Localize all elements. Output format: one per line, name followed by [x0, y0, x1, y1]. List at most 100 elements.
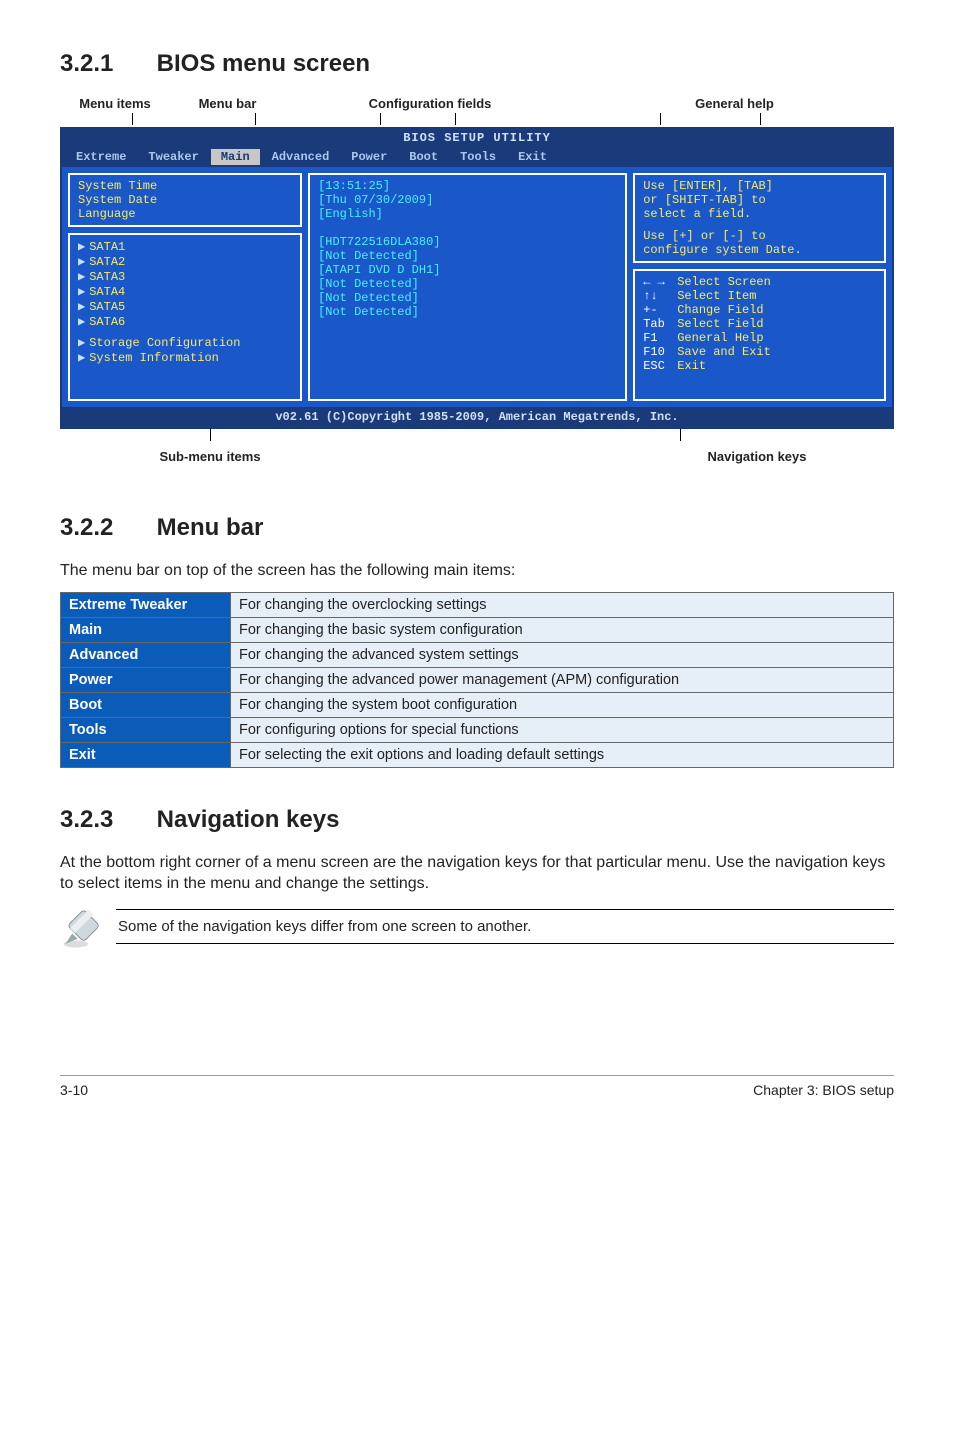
bios-value: [Thu 07/30/2009]	[318, 193, 617, 207]
table-row: AdvancedFor changing the advanced system…	[61, 642, 894, 667]
bios-tab: Extreme	[66, 149, 136, 165]
chapter-label: Chapter 3: BIOS setup	[753, 1082, 894, 1098]
bios-config-fields: [13:51:25] [Thu 07/30/2009] [English] [H…	[308, 173, 627, 401]
def-key: Power	[61, 667, 231, 692]
nav-key: ESC	[643, 359, 677, 373]
help-line: Use [+] or [-] to	[643, 229, 876, 243]
triangle-icon: ▶	[78, 270, 89, 284]
triangle-icon: ▶	[78, 240, 89, 254]
table-row: MainFor changing the basic system config…	[61, 617, 894, 642]
callout-ticks	[60, 113, 894, 127]
triangle-icon: ▶	[78, 336, 89, 350]
label-navkeys: Navigation keys	[360, 449, 894, 464]
page-number: 3-10	[60, 1082, 88, 1098]
heading-title: BIOS menu screen	[157, 50, 370, 77]
bios-item: SATA3	[89, 270, 125, 284]
nav-desc: Select Screen	[677, 275, 771, 289]
triangle-icon: ▶	[78, 300, 89, 314]
help-line: configure system Date.	[643, 243, 876, 257]
bios-item: SATA2	[89, 255, 125, 269]
bios-tab-selected: Main	[211, 149, 260, 165]
triangle-icon: ▶	[78, 255, 89, 269]
bios-item: Language	[78, 207, 292, 221]
help-line: or [SHIFT-TAB] to	[643, 193, 876, 207]
bios-value: [ATAPI DVD D DH1]	[318, 263, 617, 277]
table-row: PowerFor changing the advanced power man…	[61, 667, 894, 692]
label-general-help: General help	[575, 96, 894, 111]
def-val: For configuring options for special func…	[231, 717, 894, 742]
bios-value: [Not Detected]	[318, 277, 617, 291]
heading-num: 3.2.1	[60, 50, 150, 78]
nav-keys-intro: At the bottom right corner of a menu scr…	[60, 852, 894, 895]
table-row: BootFor changing the system boot configu…	[61, 692, 894, 717]
nav-desc: Change Field	[677, 303, 763, 317]
label-config-fields: Configuration fields	[285, 96, 575, 111]
bios-value: [Not Detected]	[318, 249, 617, 263]
callout-ticks-bottom	[60, 429, 894, 443]
bios-tab-bar: Extreme Tweaker Main Advanced Power Boot…	[62, 147, 892, 167]
nav-key: ↑↓	[643, 289, 677, 303]
table-row: ExitFor selecting the exit options and l…	[61, 742, 894, 767]
def-val: For selecting the exit options and loadi…	[231, 742, 894, 767]
bios-value: [Not Detected]	[318, 305, 617, 319]
bios-item: System Date	[78, 193, 292, 207]
diagram-top-labels: Menu items Menu bar Configuration fields…	[60, 96, 894, 111]
label-menu-bar: Menu bar	[170, 96, 285, 111]
help-line: select a field.	[643, 207, 876, 221]
bios-item: System Time	[78, 179, 292, 193]
bios-item: SATA4	[89, 285, 125, 299]
heading-3-2-2: 3.2.2 Menu bar	[60, 514, 894, 542]
bios-item: SATA6	[89, 315, 125, 329]
def-key: Boot	[61, 692, 231, 717]
heading-num: 3.2.2	[60, 514, 150, 542]
nav-key: Tab	[643, 317, 677, 331]
nav-desc: Exit	[677, 359, 706, 373]
bios-help-panel: Use [ENTER], [TAB] or [SHIFT-TAB] to sel…	[633, 173, 886, 263]
table-row: Extreme TweakerFor changing the overcloc…	[61, 592, 894, 617]
def-val: For changing the basic system configurat…	[231, 617, 894, 642]
nav-desc: Select Field	[677, 317, 763, 331]
def-val: For changing the system boot configurati…	[231, 692, 894, 717]
bios-left-top-panel: System Time System Date Language	[68, 173, 302, 227]
bios-item: Storage Configuration	[89, 336, 240, 350]
triangle-icon: ▶	[78, 285, 89, 299]
def-key: Exit	[61, 742, 231, 767]
label-submenu: Sub-menu items	[60, 449, 360, 464]
def-key: Advanced	[61, 642, 231, 667]
bios-value: [English]	[318, 207, 617, 221]
bios-item: SATA5	[89, 300, 125, 314]
nav-desc: Select Item	[677, 289, 756, 303]
def-val: For changing the overclocking settings	[231, 592, 894, 617]
table-row: ToolsFor configuring options for special…	[61, 717, 894, 742]
bios-tab: Power	[341, 149, 397, 165]
bios-screenshot: BIOS SETUP UTILITY Extreme Tweaker Main …	[60, 127, 894, 429]
def-val: For changing the advanced power manageme…	[231, 667, 894, 692]
heading-3-2-1: 3.2.1 BIOS menu screen	[60, 50, 894, 78]
bios-left-bottom-panel: ▶SATA1 ▶SATA2 ▶SATA3 ▶SATA4 ▶SATA5 ▶SATA…	[68, 233, 302, 401]
diagram-bottom-labels: Sub-menu items Navigation keys	[60, 449, 894, 464]
bios-value: [HDT722516DLA380]	[318, 235, 617, 249]
nav-key: F10	[643, 345, 677, 359]
nav-desc: General Help	[677, 331, 763, 345]
heading-title: Navigation keys	[157, 806, 340, 833]
def-key: Tools	[61, 717, 231, 742]
bios-value: [Not Detected]	[318, 291, 617, 305]
bios-tab: Advanced	[262, 149, 340, 165]
triangle-icon: ▶	[78, 351, 89, 365]
heading-num: 3.2.3	[60, 806, 150, 834]
def-val: For changing the advanced system setting…	[231, 642, 894, 667]
note-block: Some of the navigation keys differ from …	[60, 909, 894, 955]
bios-item: SATA1	[89, 240, 125, 254]
heading-title: Menu bar	[157, 514, 264, 541]
bios-body: System Time System Date Language ▶SATA1 …	[62, 167, 892, 407]
bios-tab: Exit	[508, 149, 557, 165]
nav-desc: Save and Exit	[677, 345, 771, 359]
help-line: Use [ENTER], [TAB]	[643, 179, 876, 193]
nav-key: ← →	[643, 275, 677, 289]
def-key: Extreme Tweaker	[61, 592, 231, 617]
label-menu-items: Menu items	[60, 96, 170, 111]
heading-3-2-3: 3.2.3 Navigation keys	[60, 806, 894, 834]
nav-key: F1	[643, 331, 677, 345]
nav-key: +-	[643, 303, 677, 317]
bios-tab: Tools	[450, 149, 506, 165]
